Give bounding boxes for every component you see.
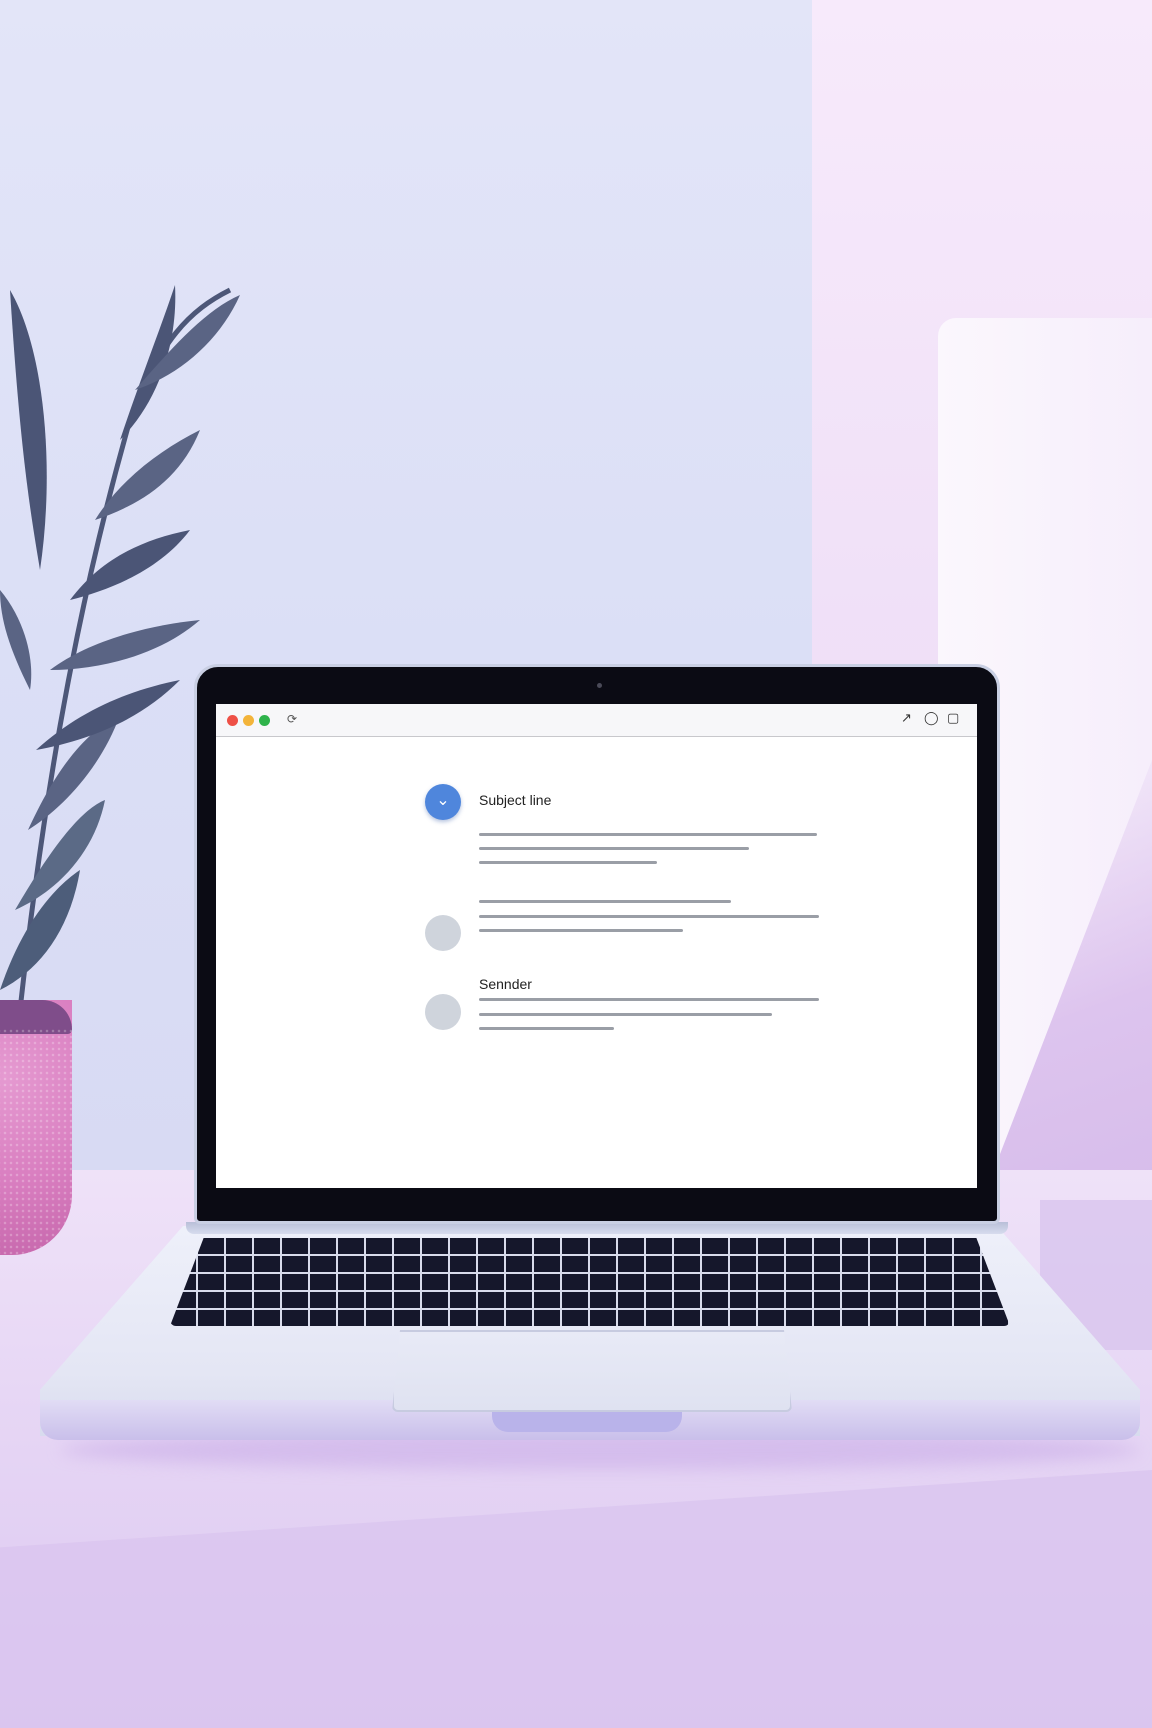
plant-pot	[0, 1000, 72, 1255]
email-subject-label[interactable]: Subject line	[479, 792, 551, 808]
keyboard[interactable]	[170, 1238, 1010, 1326]
plant-leaf	[70, 530, 190, 600]
email-avatar[interactable]	[425, 915, 461, 951]
email-preview-line	[479, 833, 817, 836]
reload-icon[interactable]: ⟳	[287, 712, 297, 726]
minimize-window-button[interactable]	[243, 715, 254, 726]
circle-icon[interactable]: ◯	[924, 711, 939, 726]
maximize-window-button[interactable]	[259, 715, 270, 726]
email-preview-line	[479, 1027, 614, 1030]
laptop-notch	[492, 1410, 682, 1432]
square-icon[interactable]: ▢	[947, 711, 959, 726]
scene: ⟳ ↗ ◯ ▢ ⌄ Subject line Sennder	[0, 0, 1152, 1728]
plant-leaf	[10, 290, 47, 570]
laptop-screen: ⟳ ↗ ◯ ▢ ⌄ Subject line Sennder	[216, 704, 977, 1188]
close-window-button[interactable]	[227, 715, 238, 726]
email-avatar-check[interactable]: ⌄	[425, 784, 461, 820]
plant-leaf	[135, 295, 240, 390]
trackpad[interactable]	[392, 1330, 792, 1412]
email-preview-line	[479, 915, 819, 918]
email-preview-line	[479, 1013, 772, 1016]
email-preview-line	[479, 847, 749, 850]
email-preview-line	[479, 929, 683, 932]
email-preview-line	[479, 861, 657, 864]
check-icon: ⌄	[436, 790, 450, 809]
email-sender-label[interactable]: Sennder	[479, 976, 532, 992]
plant-leaf	[50, 620, 200, 670]
expand-icon[interactable]: ↗	[901, 711, 912, 726]
email-preview-line	[479, 900, 731, 903]
plant-leaf	[0, 590, 32, 690]
email-avatar[interactable]	[425, 994, 461, 1030]
email-preview-line	[479, 998, 819, 1001]
plant-leaf	[95, 430, 200, 520]
browser-toolbar: ⟳ ↗ ◯ ▢	[216, 704, 977, 737]
camera-icon	[597, 683, 602, 688]
laptop-lid: ⟳ ↗ ◯ ▢ ⌄ Subject line Sennder	[194, 664, 1000, 1224]
